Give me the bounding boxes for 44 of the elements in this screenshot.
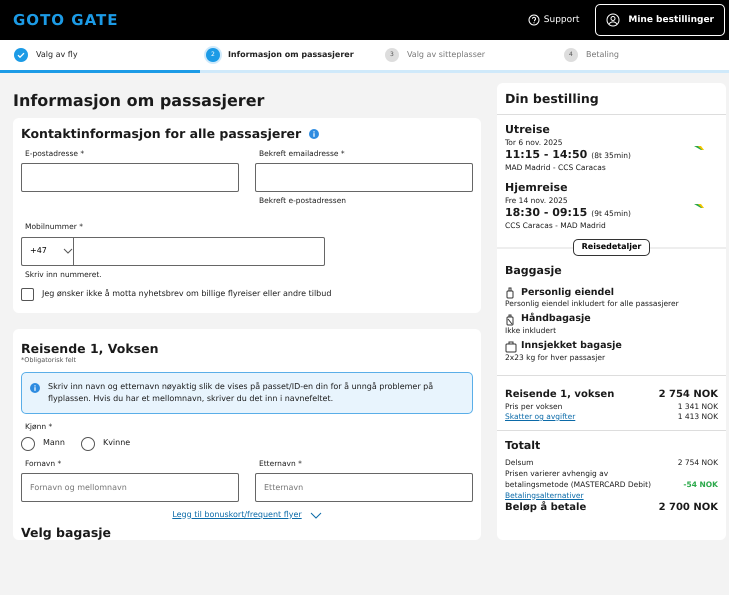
- leg-title: Utreise: [505, 123, 551, 138]
- bookings-button[interactable]: Mine bestillinger: [595, 4, 725, 36]
- chevron-down-icon: [310, 510, 322, 520]
- info-icon: [30, 383, 40, 394]
- support-link[interactable]: Support: [528, 14, 580, 26]
- notice-text: Skriv inn navn og etternavn nøyaktig slik de vises på passet/ID-en din for å unngå problemer på flyplassen. Hvis du har et mellomnavn, skriver du det inn i navnefeltet.: [48, 381, 434, 406]
- phone-field[interactable]: [73, 236, 324, 266]
- price-amount: 2 700 NOK: [658, 500, 718, 514]
- baggage-item-title: Personlig eiendel: [521, 286, 614, 300]
- confirm-email-field[interactable]: [255, 163, 473, 192]
- page-title: Informasjon om passasjerer: [13, 91, 266, 110]
- gender-radio[interactable]: Kvinne: [80, 436, 130, 451]
- bonus-card-link[interactable]: Legg til bonuskort/frequent flyer: [172, 510, 302, 520]
- section-title: Velg bagasje: [21, 524, 112, 540]
- last-name-field[interactable]: Etternavn: [255, 472, 473, 502]
- total-title: Totalt: [505, 439, 542, 454]
- baggage-item-title: Innsjekket bagasje: [521, 340, 622, 354]
- summary-title: Din bestilling: [505, 91, 600, 106]
- step-item[interactable]: Valg av fly: [0, 48, 192, 62]
- email-field[interactable]: [21, 163, 239, 192]
- user-icon: [606, 13, 620, 27]
- section-title: Reisende 1, Voksen: [21, 340, 160, 356]
- logo[interactable]: GOTO GATE: [13, 10, 119, 30]
- chevron-down-icon: [62, 247, 73, 256]
- leg-title: Hjemreise: [505, 180, 569, 196]
- baggage-item-title: Håndbagasje: [521, 313, 591, 326]
- leg-times: 11:15 - 14:50: [505, 148, 588, 163]
- check-icon: [14, 48, 28, 62]
- info-icon: [309, 128, 320, 139]
- gender-radio[interactable]: Mann: [21, 436, 65, 451]
- airline-logo-icon: [694, 202, 704, 209]
- newsletter-checkbox[interactable]: Jeg ønsker ikke å motta nyhetsbrev om billige flyreiser eller andre tilbud: [21, 288, 473, 301]
- suitcase-icon: [505, 340, 517, 353]
- leg-times: 18:30 - 09:15: [505, 206, 588, 221]
- section-title: Kontaktinformasjon for alle passasjerer: [21, 126, 302, 142]
- price-amount: 2 754 NOK: [658, 388, 718, 402]
- trip-details-button[interactable]: Reisedetaljer: [572, 238, 650, 256]
- airline-logo-icon: [694, 144, 704, 151]
- baggage-title: Baggasje: [505, 264, 563, 279]
- price-label: Beløp å betale: [505, 500, 586, 514]
- help-icon: [528, 14, 540, 26]
- price-label: Reisende 1, voksen: [505, 388, 614, 402]
- first-name-field[interactable]: Fornavn og mellomnavn: [21, 472, 239, 502]
- country-code-select[interactable]: +47: [21, 236, 73, 266]
